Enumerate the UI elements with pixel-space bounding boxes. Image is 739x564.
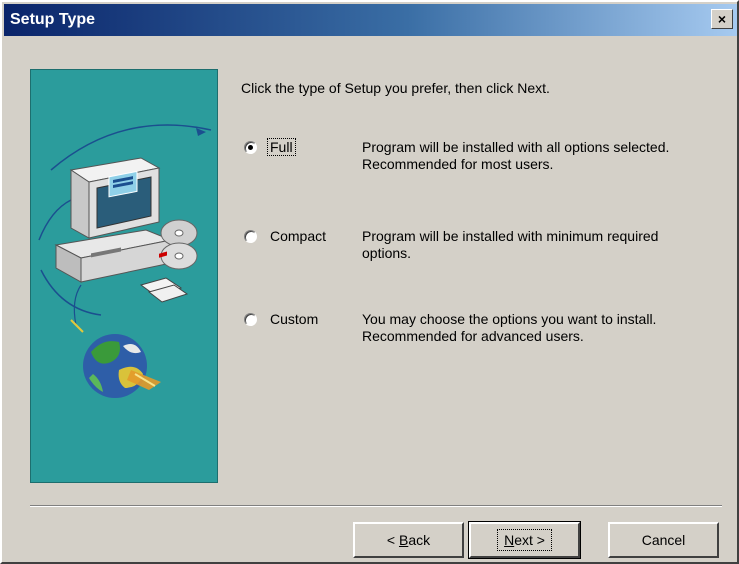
next-button-hotkey: N (504, 532, 515, 548)
option-custom-label[interactable]: Custom (268, 311, 320, 327)
option-compact-description: Program will be installed with minimum r… (362, 228, 734, 262)
close-button[interactable]: × (711, 9, 733, 29)
instruction-text: Click the type of Setup you prefer, then… (241, 80, 550, 96)
option-full-desc-line2: Recommended for most users. (362, 156, 554, 172)
radio-compact[interactable] (244, 230, 257, 243)
option-custom-description: You may choose the options you want to i… (362, 311, 734, 345)
radio-full[interactable] (244, 141, 257, 154)
title-bar[interactable]: Setup Type × (4, 4, 737, 36)
option-compact-label[interactable]: Compact (268, 228, 328, 244)
next-button-focus: Next > (497, 529, 552, 551)
back-button-hotkey: B (398, 532, 409, 548)
option-compact[interactable]: Compact Program will be installed with m… (244, 228, 734, 278)
option-custom[interactable]: Custom You may choose the options you wa… (244, 311, 734, 361)
button-divider (30, 505, 722, 507)
option-compact-desc-line2: options. (362, 245, 412, 261)
back-button-prefix: < (386, 532, 399, 548)
computer-globe-illustration (38, 124, 212, 398)
option-full[interactable]: Full Program will be installed with all … (244, 138, 734, 189)
option-full-description: Program will be installed with all optio… (362, 139, 734, 173)
trajectory-line-left (38, 199, 72, 241)
close-icon: × (717, 11, 727, 27)
setup-type-dialog: Setup Type × Click the type of Setup you… (0, 0, 739, 564)
computer-icon (54, 157, 173, 283)
globe-icon (70, 319, 161, 398)
option-custom-desc-line1: You may choose the options you want to i… (362, 311, 657, 327)
radio-selected-dot (248, 145, 253, 150)
back-button-label: ack (408, 532, 431, 548)
option-custom-desc-line2: Recommended for advanced users. (362, 328, 584, 344)
radio-custom[interactable] (244, 313, 257, 326)
next-button-label: ext > (514, 532, 545, 548)
next-button[interactable]: Next > (468, 521, 581, 559)
back-button[interactable]: < Back (353, 522, 464, 558)
option-compact-desc-line1: Program will be installed with minimum r… (362, 228, 659, 244)
window-title: Setup Type (10, 11, 96, 28)
cancel-button-label: Cancel (641, 532, 686, 548)
setup-illustration (30, 69, 218, 483)
option-full-label[interactable]: Full (267, 138, 296, 156)
option-full-desc-line1: Program will be installed with all optio… (362, 139, 670, 155)
cancel-button[interactable]: Cancel (608, 522, 719, 558)
